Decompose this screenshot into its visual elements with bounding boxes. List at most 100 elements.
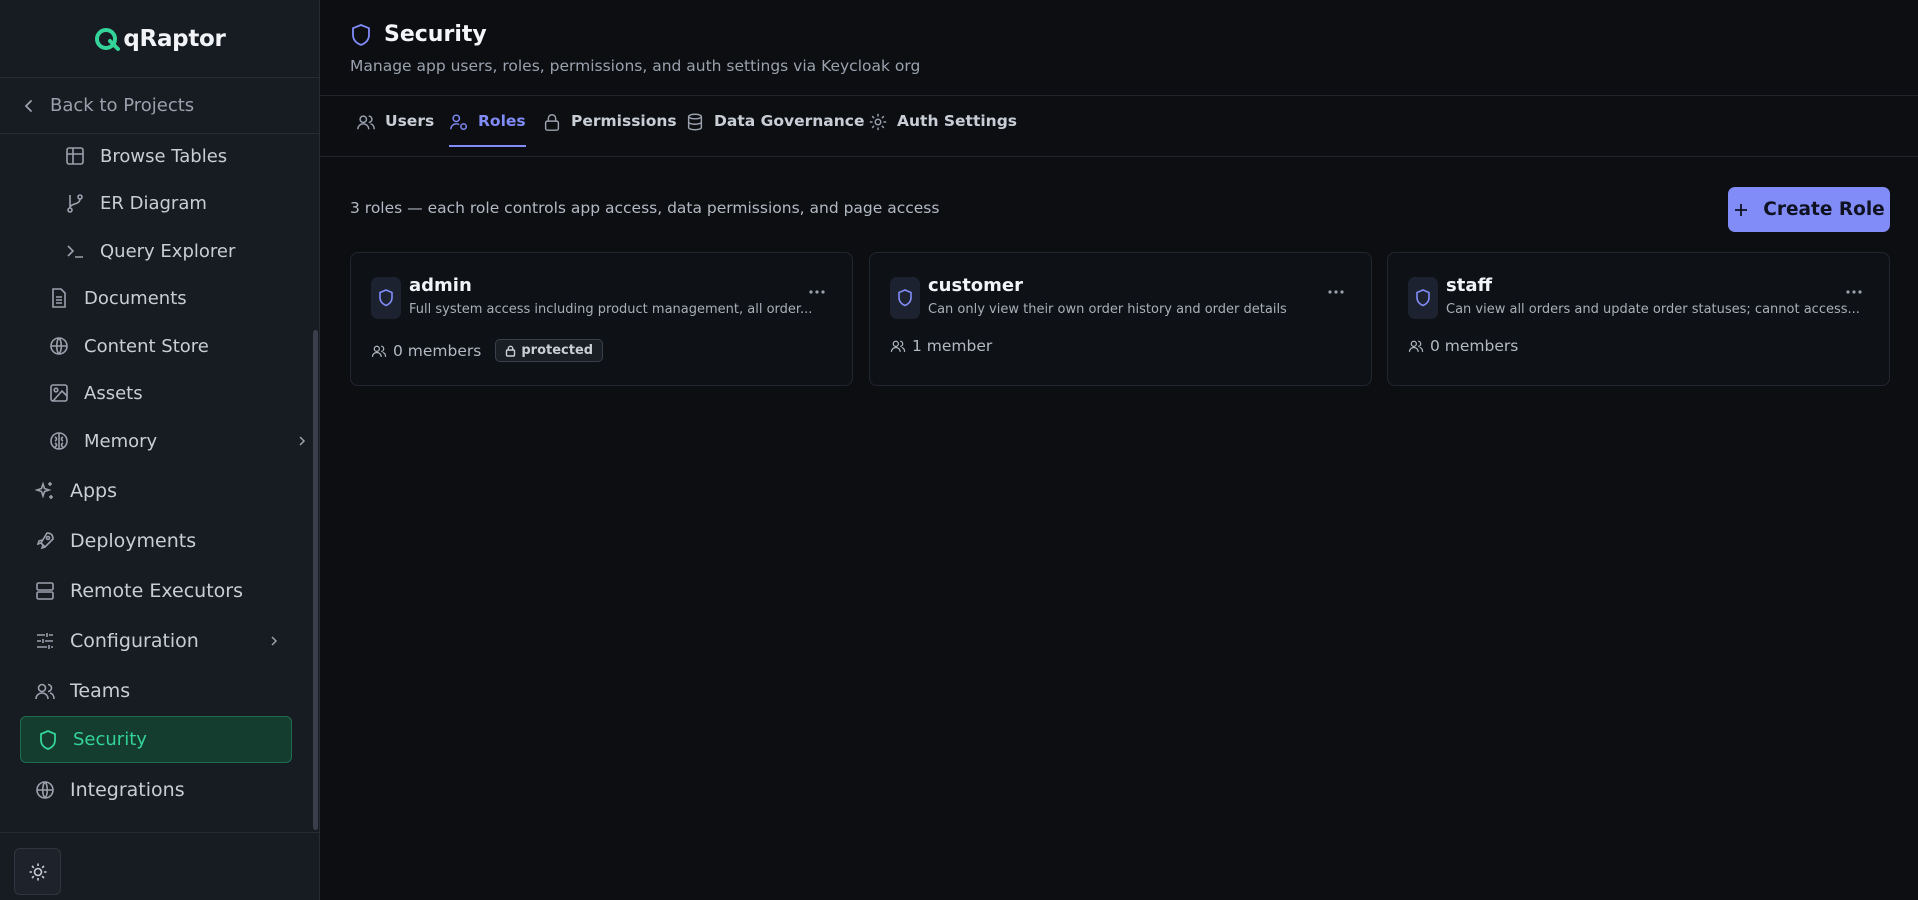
users-icon — [890, 340, 906, 352]
sidebar-item-label: Configuration — [70, 630, 199, 652]
tab-bar: Users Roles Permissions Data Governance … — [320, 95, 1918, 157]
tab-label: Data Governance — [714, 112, 865, 130]
role-members: 1 member — [890, 337, 992, 355]
role-icon-box — [890, 277, 920, 319]
qraptor-logo-icon — [95, 27, 121, 51]
logo[interactable]: qRaptor — [0, 0, 319, 78]
role-name: customer — [928, 275, 1024, 296]
sidebar-item-label: Security — [73, 729, 147, 750]
sidebar-item-deployments[interactable]: Deployments — [34, 519, 196, 563]
sliders-icon — [37, 633, 53, 649]
sun-icon — [29, 863, 46, 880]
role-meta: 1 member — [890, 337, 992, 355]
table-icon — [66, 147, 84, 165]
protected-badge: protected — [495, 339, 604, 362]
tab-label: Roles — [478, 112, 526, 130]
sidebar-item-remote-executors[interactable]: Remote Executors — [34, 569, 243, 613]
sidebar-item-security[interactable]: Security — [20, 716, 292, 763]
sidebar-item-label: Deployments — [70, 530, 197, 552]
sidebar-item-apps[interactable]: Apps — [34, 469, 117, 513]
sidebar-item-assets[interactable]: Assets — [48, 371, 143, 415]
role-description: Full system access including product man… — [409, 302, 813, 317]
shield-icon — [379, 289, 393, 307]
sidebar-item-integrations[interactable]: Integrations — [34, 768, 185, 812]
role-members: 0 members — [1408, 337, 1518, 355]
database-icon — [687, 113, 703, 131]
theme-toggle-button[interactable] — [14, 848, 61, 895]
shield-icon — [352, 23, 370, 46]
sidebar-item-label: Content Store — [84, 335, 209, 357]
create-role-label: Create Role — [1763, 199, 1885, 220]
image-icon — [50, 384, 68, 402]
sidebar-footer — [0, 832, 320, 900]
tab-label: Users — [385, 112, 435, 130]
member-count: 1 member — [912, 337, 993, 355]
shield-icon — [1416, 289, 1430, 307]
sidebar-item-label: Assets — [84, 382, 143, 404]
sparkles-icon — [34, 481, 53, 499]
globe-icon — [50, 337, 68, 355]
shield-icon — [40, 729, 56, 750]
role-card-customer[interactable]: customer Can only view their own order h… — [869, 252, 1372, 386]
role-card-staff[interactable]: staff Can view all orders and update ord… — [1387, 252, 1890, 386]
tab-users[interactable]: Users — [356, 110, 434, 158]
sidebar-scrollbar[interactable] — [313, 330, 318, 830]
role-card-admin[interactable]: admin Full system access including produ… — [350, 252, 853, 386]
tab-data-governance[interactable]: Data Governance — [685, 110, 864, 158]
page-header: Security Manage app users, roles, permis… — [350, 22, 920, 75]
tab-label: Auth Settings — [897, 112, 1018, 130]
more-options-icon[interactable] — [1327, 289, 1345, 295]
role-meta: 0 members protected — [371, 339, 604, 362]
shield-icon — [898, 289, 912, 307]
globe-icon — [36, 781, 54, 799]
lock-icon — [544, 114, 560, 131]
document-icon — [52, 288, 66, 308]
member-count: 0 members — [1430, 337, 1519, 355]
lock-icon — [506, 345, 516, 357]
sidebar-item-browse-tables[interactable]: Browse Tables — [64, 134, 227, 178]
sidebar-item-memory[interactable]: Memory — [48, 419, 306, 463]
more-options-icon[interactable] — [1845, 289, 1863, 295]
users-icon — [1408, 340, 1424, 352]
logo-text: qRaptor — [123, 25, 226, 52]
plus-icon — [1735, 203, 1748, 216]
member-count: 0 members — [393, 341, 482, 360]
back-label: Back to Projects — [50, 95, 195, 116]
sidebar-item-label: Teams — [70, 680, 131, 702]
role-meta: 0 members — [1408, 337, 1518, 355]
sidebar-item-label: Browse Tables — [100, 145, 228, 167]
sidebar-item-query-explorer[interactable]: Query Explorer — [64, 229, 235, 273]
back-to-projects-link[interactable]: Back to Projects — [0, 78, 319, 134]
sidebar-item-label: Apps — [70, 480, 118, 502]
chevron-right-icon — [299, 436, 306, 446]
users-icon — [357, 115, 375, 130]
git-branch-icon — [67, 194, 83, 213]
sidebar: qRaptor Back to Projects Browse Tables E… — [0, 0, 320, 900]
chevron-left-icon — [24, 99, 32, 112]
sidebar-item-label: Query Explorer — [100, 240, 236, 262]
sidebar-item-label: Remote Executors — [70, 580, 243, 602]
role-icon-box — [371, 277, 401, 319]
more-options-icon[interactable] — [808, 289, 826, 295]
sidebar-item-er-diagram[interactable]: ER Diagram — [64, 181, 207, 225]
create-role-button[interactable]: Create Role — [1728, 187, 1890, 232]
tab-label: Permissions — [571, 112, 677, 130]
tab-auth-settings[interactable]: Auth Settings — [868, 110, 1017, 158]
chevron-right-icon — [271, 636, 278, 646]
sidebar-item-configuration[interactable]: Configuration — [34, 619, 278, 663]
sidebar-item-content-store[interactable]: Content Store — [48, 324, 209, 368]
tab-roles[interactable]: Roles — [449, 110, 526, 147]
brain-icon — [50, 432, 68, 450]
user-cog-icon — [450, 114, 467, 130]
sidebar-item-label: Documents — [84, 287, 187, 309]
role-description: Can view all orders and update order sta… — [1446, 302, 1860, 317]
tab-permissions[interactable]: Permissions — [542, 110, 677, 158]
terminal-icon — [67, 245, 83, 258]
page-subtitle: Manage app users, roles, permissions, an… — [350, 57, 921, 75]
role-name: admin — [409, 275, 472, 296]
sidebar-item-teams[interactable]: Teams — [34, 669, 130, 713]
sidebar-item-label: Memory — [84, 430, 158, 452]
sidebar-item-documents[interactable]: Documents — [48, 276, 187, 320]
role-members: 0 members — [371, 342, 481, 360]
roles-summary: 3 roles — each role controls app access,… — [350, 199, 940, 217]
